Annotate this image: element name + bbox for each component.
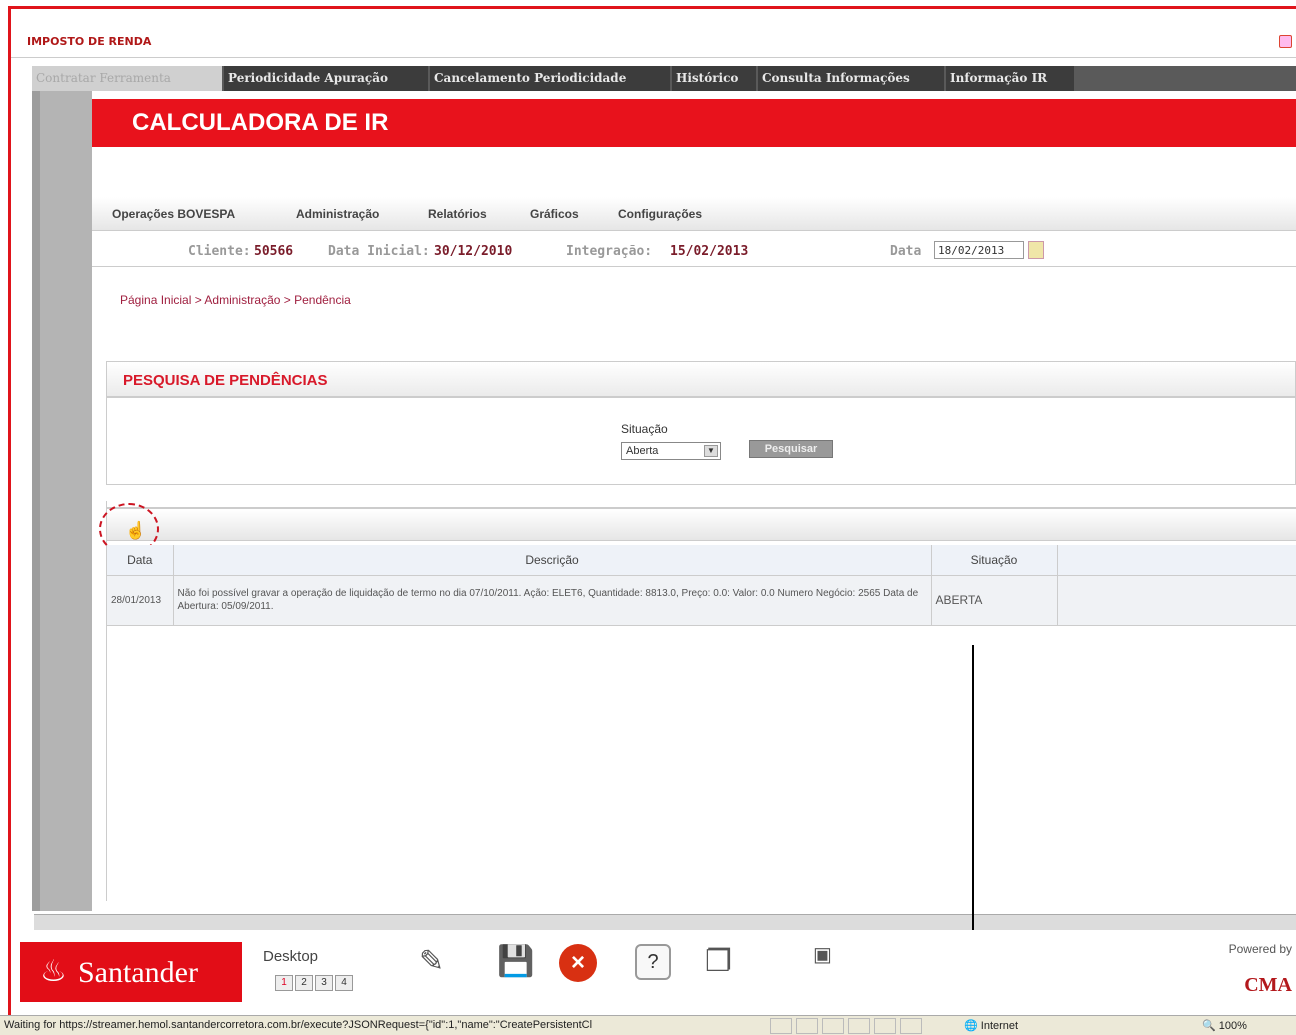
santander-brand: Santander	[78, 956, 198, 989]
desktop-1-button[interactable]: 1	[275, 975, 293, 991]
window-title: IMPOSTO DE RENDA	[27, 35, 152, 48]
data-inicial-label: Data Inicial:	[328, 244, 430, 259]
situacao-select-value: Aberta	[626, 445, 659, 457]
pendencias-table: Data Descrição Situação 28/01/2013 Não f…	[107, 545, 1296, 626]
tab-historico[interactable]: Histórico	[672, 66, 756, 91]
tab-informacao-ir[interactable]: Informação IR	[946, 66, 1074, 91]
search-panel-header: PESQUISA DE PENDÊNCIAS	[107, 362, 1295, 398]
col-header-situacao[interactable]: Situação	[931, 545, 1058, 576]
save-icon[interactable]: 💾	[497, 944, 534, 979]
windows-icon[interactable]: ❐	[705, 944, 732, 979]
tab-contratar-ferramenta[interactable]: Contratar Ferramenta	[32, 66, 222, 91]
col-header-empty	[1057, 545, 1296, 576]
app-header: CALCULADORA DE IR	[92, 99, 1296, 147]
menu-graficos[interactable]: Gráficos	[530, 207, 579, 221]
results-panel: ☝ Data Descrição Situação 28/01/2013 Não…	[99, 501, 1296, 901]
calendar-icon[interactable]	[1028, 241, 1044, 259]
integracao-label: Integração:	[566, 244, 653, 259]
col-header-data[interactable]: Data	[107, 545, 174, 576]
zoom-level[interactable]: 🔍 100%	[1202, 1019, 1247, 1032]
situacao-select[interactable]: Aberta ▼	[621, 442, 721, 460]
app-taskbar: ♨ Santander Desktop 1234 ✎ 💾 × ? ❐ ▣ Pow…	[11, 930, 1296, 1015]
window-title-bar: IMPOSTO DE RENDA	[11, 28, 1296, 58]
menu-administracao[interactable]: Administração	[296, 207, 379, 221]
data-input[interactable]: 18/02/2013	[934, 241, 1024, 259]
pesquisar-button[interactable]: Pesquisar	[749, 440, 833, 458]
search-panel-title: PESQUISA DE PENDÊNCIAS	[123, 372, 328, 389]
santander-logo: ♨ Santander	[20, 942, 242, 1002]
row-descricao: Não foi possível gravar a operação de li…	[173, 575, 932, 626]
main-content: CALCULADORA DE IR Operações BOVESPA Admi…	[92, 91, 1296, 911]
col-header-descricao[interactable]: Descrição	[173, 545, 932, 576]
status-message: Waiting for https://streamer.hemol.santa…	[4, 1019, 593, 1031]
flame-icon: ♨	[40, 955, 67, 988]
app-small-icon[interactable]: ▣	[813, 942, 832, 967]
horizontal-scrollbar[interactable]	[34, 914, 1296, 930]
cliente-label: Cliente:	[188, 244, 251, 259]
desktop-switcher: 1234	[275, 972, 355, 991]
tab-periodicidade-apuracao[interactable]: Periodicidade Apuração	[224, 66, 428, 91]
results-toolbar: ☝	[99, 503, 1296, 555]
main-tabs: Contratar Ferramenta Periodicidade Apura…	[32, 66, 1296, 91]
desktop-label: Desktop	[263, 948, 319, 965]
cliente-value: 50566	[254, 244, 294, 259]
row-data: 28/01/2013	[107, 575, 174, 626]
breadcrumb[interactable]: Página Inicial > Administração > Pendênc…	[120, 293, 351, 307]
desktop-3-button[interactable]: 3	[315, 975, 333, 991]
search-panel: PESQUISA DE PENDÊNCIAS Situação Aberta ▼…	[106, 361, 1296, 485]
data-label: Data	[890, 244, 922, 259]
menu-operacoes-bovespa[interactable]: Operações BOVESPA	[112, 207, 235, 221]
help-icon[interactable]: ?	[635, 944, 671, 980]
chevron-down-icon: ▼	[704, 445, 718, 457]
desktop-2-button[interactable]: 2	[295, 975, 313, 991]
top-menu: Operações BOVESPA Administração Relatóri…	[92, 197, 1296, 231]
browser-status-bar: Waiting for https://streamer.hemol.santa…	[0, 1015, 1296, 1035]
table-row[interactable]: 28/01/2013 Não foi possível gravar a ope…	[107, 575, 1296, 626]
menu-relatorios[interactable]: Relatórios	[428, 207, 487, 221]
client-info-bar: Cliente: 50566 Data Inicial: 30/12/2010 …	[92, 235, 1296, 267]
desktop-4-button[interactable]: 4	[335, 975, 353, 991]
hand-pointer-icon[interactable]: ☝	[125, 521, 146, 541]
row-empty	[1057, 575, 1296, 626]
menu-configuracoes[interactable]: Configurações	[618, 207, 702, 221]
close-icon[interactable]: ×	[559, 944, 597, 982]
integracao-value: 15/02/2013	[670, 244, 749, 259]
situacao-label: Situação	[621, 422, 668, 436]
app-title: CALCULADORA DE IR	[132, 109, 389, 136]
powered-by-label: Powered by	[1228, 942, 1292, 956]
tab-cancelamento-periodicidade[interactable]: Cancelamento Periodicidade	[430, 66, 670, 91]
cma-logo: CMA	[1244, 974, 1292, 996]
security-zone: 🌐 Internet	[964, 1020, 1019, 1032]
data-inicial-value: 30/12/2010	[434, 244, 513, 259]
tab-consulta-informacoes[interactable]: Consulta Informações	[758, 66, 944, 91]
row-situacao: ABERTA	[931, 575, 1058, 626]
left-rail	[32, 91, 92, 911]
window-close-icon[interactable]	[1279, 35, 1292, 48]
edit-icon[interactable]: ✎	[419, 944, 444, 979]
